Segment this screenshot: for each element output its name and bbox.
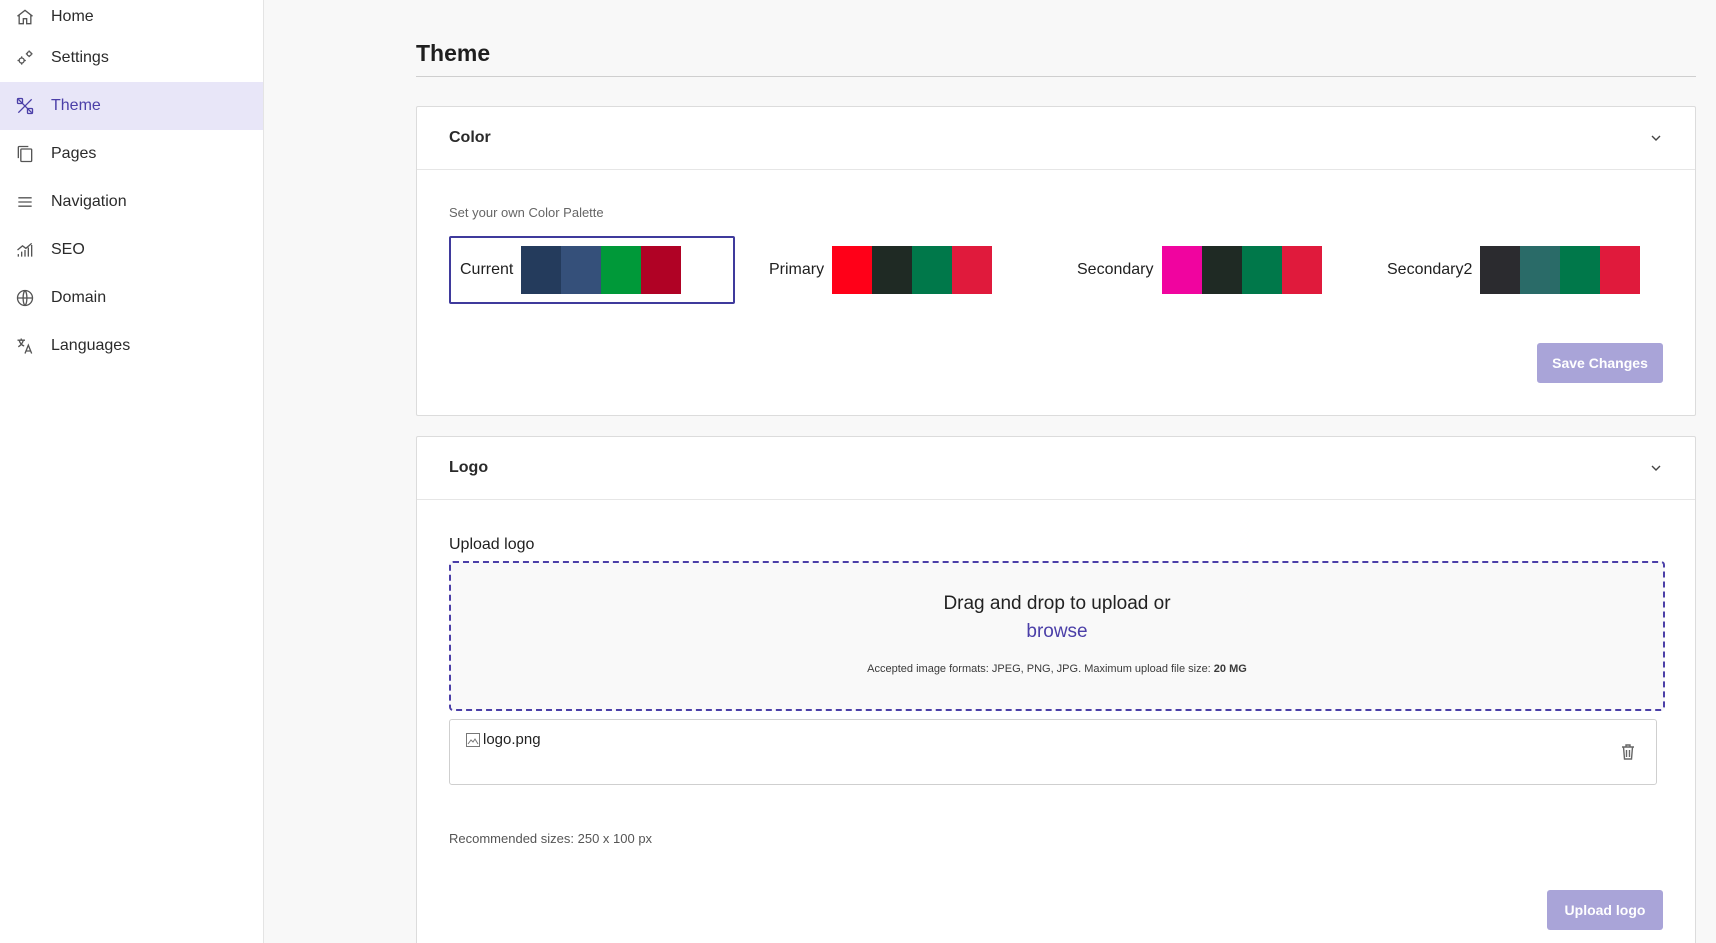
swatch xyxy=(1520,246,1561,294)
palette-name: Primary xyxy=(769,261,825,278)
main-content: Theme Color Set your own Color Palette C… xyxy=(416,0,1696,943)
sidebar-item-label: SEO xyxy=(51,241,85,258)
swatch xyxy=(561,246,602,294)
settings-icon xyxy=(14,47,36,69)
browse-link[interactable]: browse xyxy=(1026,621,1087,643)
chevron-down-icon[interactable] xyxy=(1649,131,1663,145)
sidebar: Home Settings Theme Pages Navigation SEO xyxy=(0,0,264,943)
dropzone-note-max: 20 MG xyxy=(1213,663,1247,675)
page-title: Theme xyxy=(416,0,1696,77)
sidebar-item-languages[interactable]: Languages xyxy=(0,322,263,370)
palette-subtitle: Set your own Color Palette xyxy=(449,205,604,220)
recommended-sizes: Recommended sizes: 250 x 100 px xyxy=(449,831,653,846)
uploaded-file-row: logo.png xyxy=(449,719,1657,785)
swatch xyxy=(832,246,873,294)
swatch xyxy=(521,246,562,294)
sidebar-item-domain[interactable]: Domain xyxy=(0,274,263,322)
palette-secondary[interactable]: Secondary xyxy=(1077,236,1322,304)
logo-preview: logo.png xyxy=(465,731,541,748)
swatch xyxy=(1560,246,1601,294)
sidebar-item-label: Navigation xyxy=(51,193,127,210)
sidebar-item-label: Theme xyxy=(51,97,101,114)
swatch xyxy=(952,246,993,294)
palette-current[interactable]: Current xyxy=(449,236,735,304)
palette-name: Current xyxy=(460,261,514,278)
sidebar-item-navigation[interactable]: Navigation xyxy=(0,178,263,226)
palette-row: Current Primary Secondary Secondary2 xyxy=(449,236,1669,304)
pages-icon xyxy=(14,143,36,165)
swatch xyxy=(1600,246,1641,294)
sidebar-item-pages[interactable]: Pages xyxy=(0,130,263,178)
sidebar-item-theme[interactable]: Theme xyxy=(0,82,263,130)
menu-icon xyxy=(14,191,36,213)
palette-swatches xyxy=(1480,246,1641,294)
palette-name: Secondary2 xyxy=(1387,261,1473,278)
upload-logo-label: Upload logo xyxy=(449,536,535,553)
home-icon xyxy=(14,6,36,28)
color-card-title: Color xyxy=(449,129,491,146)
swatch xyxy=(641,246,682,294)
chart-icon xyxy=(14,239,36,261)
logo-dropzone[interactable]: Drag and drop to upload or browse Accept… xyxy=(449,561,1665,711)
swatch xyxy=(872,246,913,294)
swatch xyxy=(912,246,953,294)
theme-icon xyxy=(14,95,36,117)
sidebar-item-seo[interactable]: SEO xyxy=(0,226,263,274)
logo-card-title: Logo xyxy=(449,459,489,476)
sidebar-item-label: Home xyxy=(51,8,94,25)
chevron-down-icon[interactable] xyxy=(1649,461,1663,475)
color-card: Color Set your own Color Palette Current… xyxy=(416,106,1696,416)
sidebar-item-label: Languages xyxy=(51,337,131,354)
dropzone-text: Drag and drop to upload or xyxy=(943,593,1171,614)
swatch xyxy=(601,246,642,294)
dropzone-note-text: Accepted image formats: JPEG, PNG, JPG. … xyxy=(867,663,1214,675)
swatch xyxy=(1161,246,1202,294)
palette-swatches xyxy=(832,246,993,294)
logo-card: Logo Upload logo Drag and drop to upload… xyxy=(416,436,1696,943)
swatch xyxy=(1201,246,1242,294)
palette-primary[interactable]: Primary xyxy=(769,236,993,304)
palette-swatches xyxy=(521,246,682,294)
palette-secondary2[interactable]: Secondary2 xyxy=(1387,236,1641,304)
color-card-header[interactable]: Color xyxy=(417,107,1695,170)
swatch xyxy=(1241,246,1282,294)
logo-card-header[interactable]: Logo xyxy=(417,437,1695,500)
sidebar-item-label: Pages xyxy=(51,145,97,162)
palette-swatches xyxy=(1161,246,1322,294)
file-name: logo.png xyxy=(483,731,541,748)
dropzone-note: Accepted image formats: JPEG, PNG, JPG. … xyxy=(451,663,1663,675)
swatch xyxy=(1281,246,1322,294)
palette-name: Secondary xyxy=(1077,261,1154,278)
broken-image-icon xyxy=(466,732,480,747)
trash-icon[interactable] xyxy=(1618,742,1638,762)
sidebar-item-settings[interactable]: Settings xyxy=(0,34,263,82)
save-changes-button[interactable]: Save Changes xyxy=(1537,343,1663,383)
upload-logo-button[interactable]: Upload logo xyxy=(1547,890,1663,930)
sidebar-item-label: Domain xyxy=(51,289,107,306)
swatch xyxy=(1480,246,1521,294)
translate-icon xyxy=(14,335,36,357)
sidebar-item-home[interactable]: Home xyxy=(0,0,263,34)
sidebar-item-label: Settings xyxy=(51,49,109,66)
globe-icon xyxy=(14,287,36,309)
